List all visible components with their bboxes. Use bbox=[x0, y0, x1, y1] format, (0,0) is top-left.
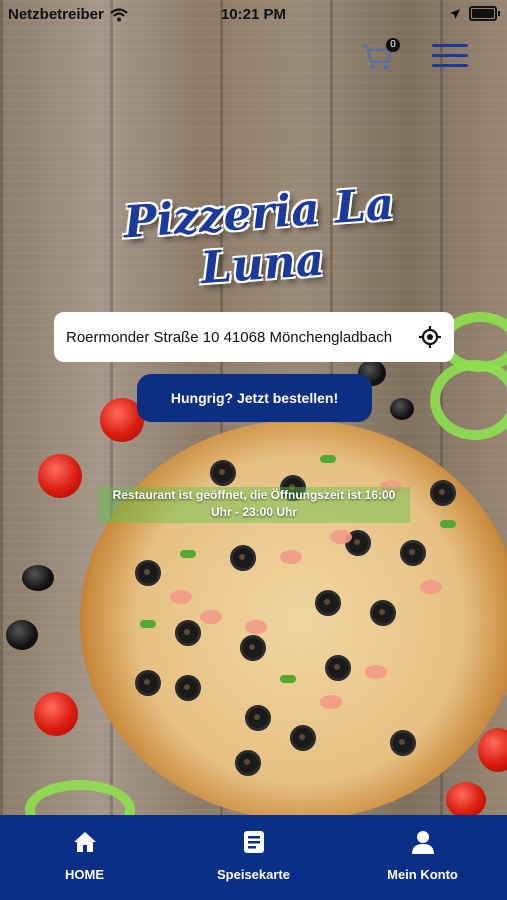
tab-speisekarte[interactable]: Speisekarte bbox=[169, 815, 338, 900]
cart-count-badge: 0 bbox=[386, 38, 400, 52]
battery-icon bbox=[469, 6, 500, 21]
location-arrow-icon bbox=[450, 8, 460, 19]
bottom-tab-bar: HOME Speisekarte Mein Konto bbox=[0, 815, 507, 900]
opening-hours-line-1: Restaurant ist geöffnet, die Öffnungszei… bbox=[112, 488, 396, 502]
opening-hours-line-2: Uhr - 23:00 Uhr bbox=[210, 505, 298, 519]
menu-card-icon bbox=[243, 831, 264, 853]
hamburger-menu-icon bbox=[432, 44, 468, 47]
status-right bbox=[449, 6, 500, 21]
address-field[interactable]: Roermonder Straße 10 41068 Mönchengladba… bbox=[54, 312, 454, 362]
locate-icon[interactable] bbox=[418, 325, 442, 349]
tab-mein-konto-label: Mein Konto bbox=[387, 867, 458, 882]
home-icon bbox=[73, 832, 96, 852]
olive-decoration bbox=[390, 398, 414, 420]
tomato-decoration bbox=[34, 692, 78, 736]
user-icon bbox=[411, 831, 434, 854]
olive-decoration bbox=[6, 620, 38, 650]
pizza-image bbox=[80, 420, 507, 820]
tab-speisekarte-label: Speisekarte bbox=[217, 867, 290, 882]
status-bar: Netzbetreiber 10:21 PM bbox=[0, 0, 507, 28]
order-now-button[interactable]: Hungrig? Jetzt bestellen! bbox=[137, 374, 372, 422]
address-value: Roermonder Straße 10 41068 Mönchengladba… bbox=[66, 328, 393, 346]
tab-mein-konto[interactable]: Mein Konto bbox=[338, 815, 507, 900]
hamburger-menu-button[interactable] bbox=[432, 44, 468, 72]
tab-home[interactable]: HOME bbox=[0, 815, 169, 900]
tomato-decoration bbox=[446, 782, 486, 818]
cart-button[interactable]: 0 bbox=[360, 38, 400, 76]
opening-hours-banner: Restaurant ist geöffnet, die Öffnungszei… bbox=[98, 487, 410, 523]
tomato-decoration bbox=[38, 454, 82, 498]
olive-decoration bbox=[22, 565, 54, 591]
tab-home-label: HOME bbox=[65, 867, 104, 882]
status-time: 10:21 PM bbox=[220, 6, 287, 23]
